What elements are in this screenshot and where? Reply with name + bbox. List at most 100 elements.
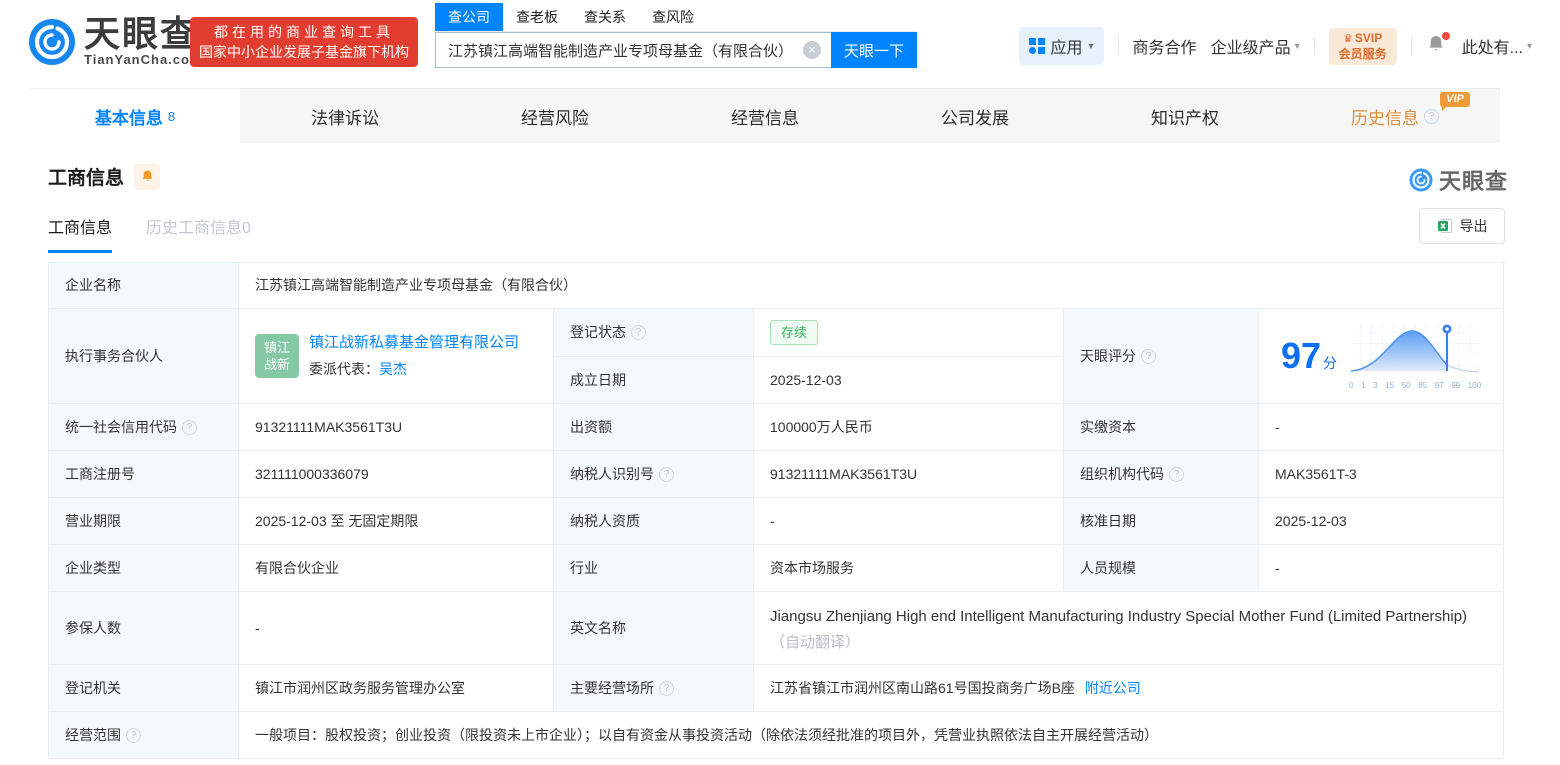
search-tab-boss[interactable]: 查老板 bbox=[503, 3, 571, 31]
field-value-taxpayer-quality: - bbox=[754, 498, 1064, 545]
field-value-capital: 100000万人民币 bbox=[754, 404, 1064, 451]
english-name-text: Jiangsu Zhenjiang High end Intelligent M… bbox=[770, 608, 1468, 625]
apps-grid-icon bbox=[1028, 38, 1045, 54]
partner-avatar[interactable]: 镇江 战新 bbox=[255, 334, 299, 378]
nearby-companies-link[interactable]: 附近公司 bbox=[1085, 678, 1141, 699]
field-label-executive-partner: 执行事务合伙人 bbox=[49, 309, 239, 404]
field-label-company-name: 企业名称 bbox=[49, 263, 239, 309]
label-text: 天眼评分 bbox=[1080, 347, 1136, 364]
help-icon[interactable]: ? bbox=[182, 419, 197, 435]
field-label-credit-code: 统一社会信用代码 ? bbox=[49, 404, 239, 451]
field-label-paid-capital: 实缴资本 bbox=[1064, 404, 1259, 451]
tab-legal-litigation[interactable]: 法律诉讼 bbox=[240, 89, 450, 143]
bell-curve-chart bbox=[1350, 322, 1480, 373]
svip-member-button[interactable]: ♛ SVIP 会员服务 bbox=[1328, 27, 1397, 65]
help-icon[interactable]: ? bbox=[1141, 348, 1156, 364]
help-icon[interactable]: ? bbox=[659, 466, 674, 482]
field-label-tianyan-score: 天眼评分 ? bbox=[1064, 309, 1259, 404]
section-title: 工商信息 bbox=[48, 168, 125, 189]
slogan-badge: 都在用的商业查询工具 国家中小企业发展子基金旗下机构 bbox=[190, 17, 418, 67]
nav-business-cooperation[interactable]: 商务合作 bbox=[1133, 34, 1197, 58]
tab-basic-info[interactable]: 基本信息 8 bbox=[30, 89, 240, 143]
tianyancha-logo[interactable]: 天眼查 TianYanCha.com bbox=[28, 16, 203, 67]
address-text: 江苏省镇江市润州区南山路61号国投商务广场B座 bbox=[770, 679, 1075, 696]
notification-dot bbox=[1441, 32, 1450, 40]
nav-enterprise-products[interactable]: 企业级产品 ▾ bbox=[1211, 34, 1300, 58]
subtab-history-business-info[interactable]: 历史工商信息0 bbox=[146, 214, 251, 253]
excel-icon bbox=[1437, 219, 1452, 233]
field-label-staff-size: 人员规模 bbox=[1064, 545, 1259, 592]
search-input[interactable] bbox=[435, 32, 831, 68]
label-text: 纳税人识别号 bbox=[570, 465, 654, 482]
page-header: 天眼查 TianYanCha.com 都在用的商业查询工具 国家中小企业发展子基… bbox=[0, 0, 1560, 88]
score-distribution-chart: 0 1 3 15 50 85 97 99 100 bbox=[1349, 321, 1481, 392]
field-value-paid-capital: - bbox=[1259, 404, 1504, 451]
field-label-approval-date: 核准日期 bbox=[1064, 498, 1259, 545]
field-label-industry: 行业 bbox=[554, 545, 754, 592]
tab-history-info[interactable]: VIP 历史信息 ? bbox=[1290, 89, 1500, 143]
field-value-org-code: MAK3561T-3 bbox=[1259, 451, 1504, 498]
notifications-bell-icon[interactable] bbox=[1426, 32, 1450, 58]
field-value-taxpayer-id: 91321111MAK3561T3U bbox=[754, 451, 1064, 498]
vip-badge: VIP bbox=[1440, 92, 1470, 111]
tab-company-development[interactable]: 公司发展 bbox=[870, 89, 1080, 143]
help-icon[interactable]: ? bbox=[659, 680, 674, 696]
slogan-line2: 国家中小企业发展子基金旗下机构 bbox=[199, 44, 409, 60]
search-tab-risk[interactable]: 查风险 bbox=[639, 3, 707, 31]
divider bbox=[1313, 37, 1315, 55]
help-icon[interactable]: ? bbox=[1169, 466, 1184, 482]
label-text: 组织机构代码 bbox=[1080, 465, 1164, 482]
avatar-text: 镇江 bbox=[263, 340, 290, 355]
divider bbox=[1410, 37, 1412, 55]
help-icon[interactable]: ? bbox=[1424, 108, 1439, 124]
field-value-insured-count: - bbox=[239, 592, 554, 665]
apps-menu[interactable]: 应用 ▾ bbox=[1018, 27, 1104, 65]
user-name: 此处有... bbox=[1461, 40, 1523, 57]
field-label-establish-date: 成立日期 bbox=[554, 357, 754, 404]
chevron-down-icon: ▾ bbox=[1526, 40, 1532, 52]
company-section-tabs: 基本信息 8 法律诉讼 经营风险 经营信息 公司发展 知识产权 VIP 历史信息… bbox=[30, 88, 1500, 143]
representative-label: 委派代表： bbox=[309, 360, 379, 377]
field-value-reg-number: 321111000336079 bbox=[239, 451, 554, 498]
label-text: 登记状态 bbox=[570, 324, 626, 340]
subtab-business-info[interactable]: 工商信息 bbox=[48, 214, 113, 253]
tianyancha-logo-icon bbox=[1409, 168, 1433, 192]
brand-name: 天眼查 bbox=[84, 13, 199, 54]
tab-intellectual-property[interactable]: 知识产权 bbox=[1080, 89, 1290, 143]
tab-operation-info[interactable]: 经营信息 bbox=[660, 89, 870, 143]
field-label-business-scope: 经营范围 ? bbox=[49, 712, 239, 759]
svip-label: SVIP bbox=[1354, 30, 1383, 45]
search-tab-company[interactable]: 查公司 bbox=[435, 3, 503, 31]
avatar-text: 战新 bbox=[263, 357, 290, 372]
tab-label: 公司发展 bbox=[941, 108, 1009, 128]
subscribe-bell-button[interactable] bbox=[134, 163, 161, 190]
bell-icon bbox=[142, 169, 152, 181]
field-label-insured-count: 参保人数 bbox=[49, 592, 239, 665]
clear-search-icon[interactable]: × bbox=[803, 41, 821, 59]
label-text: 经营范围 bbox=[65, 726, 121, 743]
search-button[interactable]: 天眼一下 bbox=[831, 32, 917, 68]
representative-link[interactable]: 吴杰 bbox=[379, 361, 407, 377]
partner-company-link[interactable]: 镇江战新私募基金管理有限公司 bbox=[309, 332, 519, 355]
tianyancha-logo-icon bbox=[29, 18, 75, 65]
search-tab-relation[interactable]: 查关系 bbox=[571, 3, 639, 31]
export-button[interactable]: 导出 bbox=[1419, 208, 1505, 244]
tab-label: 法律诉讼 bbox=[311, 108, 379, 128]
field-value-business-address: 江苏省镇江市润州区南山路61号国投商务广场B座 附近公司 bbox=[754, 665, 1504, 712]
field-label-company-type: 企业类型 bbox=[49, 545, 239, 592]
tab-operation-risk[interactable]: 经营风险 bbox=[450, 89, 660, 143]
score-unit: 分 bbox=[1323, 355, 1338, 371]
field-value-staff-size: - bbox=[1259, 545, 1504, 592]
help-icon[interactable]: ? bbox=[631, 325, 646, 340]
field-label-business-address: 主要经营场所 ? bbox=[554, 665, 754, 712]
field-value-approval-date: 2025-12-03 bbox=[1259, 498, 1504, 545]
search-tabs: 查公司 查老板 查关系 查风险 bbox=[435, 3, 917, 32]
field-label-org-code: 组织机构代码 ? bbox=[1064, 451, 1259, 498]
chevron-down-icon: ▾ bbox=[1088, 40, 1094, 52]
field-value-reg-authority: 镇江市润州区政务服务管理办公室 bbox=[239, 665, 554, 712]
user-account-menu[interactable]: 此处有... ▾ bbox=[1462, 34, 1532, 58]
search-area: 查公司 查老板 查关系 查风险 × 天眼一下 bbox=[435, 3, 917, 68]
help-icon[interactable]: ? bbox=[126, 727, 141, 743]
status-badge: 存续 bbox=[770, 319, 819, 346]
tab-label: 历史信息 bbox=[1351, 108, 1419, 128]
